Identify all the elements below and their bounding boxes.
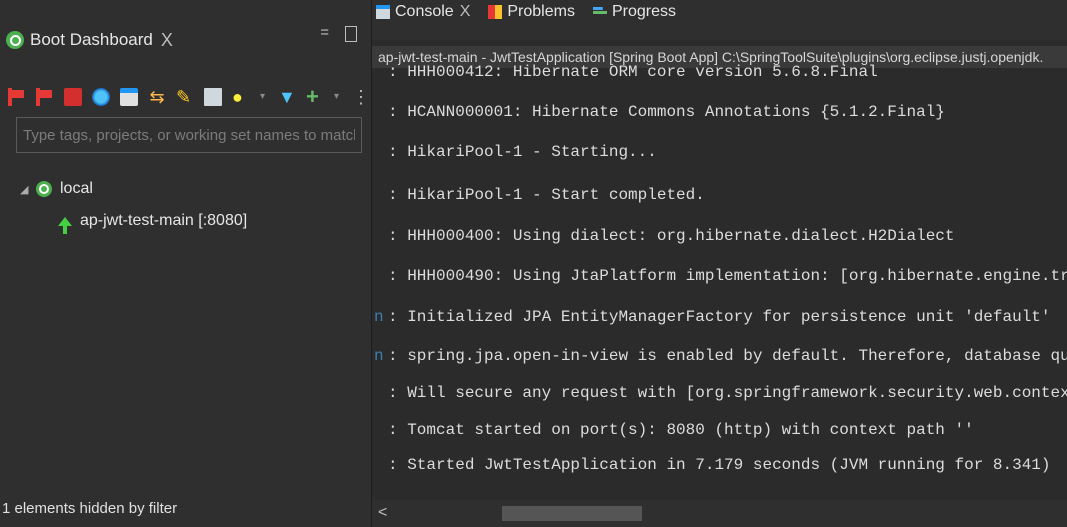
console-line-text: : Started JwtTestApplication in 7.179 se… [388, 456, 1051, 474]
console-line: : Will secure any request with [org.spri… [372, 381, 1067, 405]
console-line-text: : HCANN000001: Hibernate Commons Annotat… [388, 103, 945, 121]
boot-dashboard-toolbar: ⇆ ✎ ● ▾ ▼ + ▾ ⋮ [8, 86, 370, 108]
tab-label: Console [395, 3, 454, 20]
boot-dashboard-tab[interactable]: Boot Dashboard X [6, 24, 173, 56]
console-line-text: : Initialized JPA EntityManagerFactory f… [388, 308, 1051, 326]
console-line-text: : Tomcat started on port(s): 8080 (http)… [388, 421, 974, 439]
status-text: 1 elements hidden by filter [2, 500, 178, 517]
tree-item-local[interactable]: ◢ local [20, 176, 247, 202]
running-up-arrow-icon [58, 216, 72, 234]
bulb-icon[interactable]: ● [232, 88, 250, 106]
app-tree: ◢ local ap-jwt-test-main [:8080] [20, 176, 247, 234]
view-controls: = [320, 24, 357, 42]
console-line: : HikariPool-1 - Starting... [372, 140, 657, 164]
close-icon[interactable]: X [161, 30, 173, 51]
doc-icon[interactable] [204, 88, 222, 106]
boot-dashboard-tabbar: Boot Dashboard X = [0, 0, 371, 74]
tree-item-app[interactable]: ap-jwt-test-main [:8080] [58, 208, 247, 234]
filter-icon[interactable]: ▼ [278, 88, 296, 106]
scroll-left-icon[interactable]: < [378, 504, 387, 522]
stop-red-icon[interactable] [64, 88, 82, 106]
console-line-text: : HHH000400: Using dialect: org.hibernat… [388, 227, 955, 245]
maximize-button[interactable] [345, 26, 357, 42]
console-line: : HikariPool-1 - Start completed. [372, 183, 705, 207]
console-line: : HCANN000001: Hibernate Commons Annotat… [372, 100, 945, 124]
add-icon[interactable]: + [306, 86, 324, 108]
expand-icon[interactable]: ◢ [20, 183, 32, 196]
minimize-button[interactable]: = [320, 24, 329, 42]
console-line-text: : spring.jpa.open-in-view is enabled by … [388, 347, 1067, 365]
tab-label: Problems [507, 3, 575, 20]
tab-progress[interactable]: Progress [592, 0, 676, 24]
console-line: : HHH000412: Hibernate ORM core version … [372, 60, 878, 84]
restart-icon[interactable] [36, 88, 54, 106]
horizontal-scrollbar[interactable]: < [372, 500, 1067, 527]
console-line: : Started JwtTestApplication in 7.179 se… [372, 453, 1051, 474]
console-line-text: : HikariPool-1 - Start completed. [388, 186, 705, 204]
console-line: n: spring.jpa.open-in-view is enabled by… [372, 344, 1067, 368]
console-line-text: : HHH000412: Hibernate ORM core version … [388, 63, 878, 81]
close-icon[interactable]: X [460, 3, 471, 21]
console-icon[interactable] [120, 88, 138, 106]
console-panel: Console X Problems Progress ap-jwt-test-… [372, 0, 1067, 527]
tab-label: Progress [611, 3, 676, 20]
console-line: n: Initialized JPA EntityManagerFactory … [372, 305, 1051, 329]
more-icon[interactable]: ⋮ [352, 88, 370, 106]
spring-boot-icon [6, 31, 24, 49]
console-line-text: : Will secure any request with [org.spri… [388, 384, 1067, 402]
tree-item-label: ap-jwt-test-main [:8080] [80, 212, 248, 229]
boot-dashboard-tab-label: Boot Dashboard [30, 30, 153, 49]
boot-dashboard-panel: Boot Dashboard X = ⇆ ✎ ● ▾ ▼ + ▾ ⋮ ◢ loc… [0, 0, 372, 527]
progress-icon [592, 5, 607, 19]
console-line-text: : HHH000490: Using JtaPlatform implement… [388, 267, 1067, 285]
scrollbar-thumb[interactable] [502, 506, 642, 521]
globe-icon[interactable] [92, 88, 110, 106]
console-line-text: : HikariPool-1 - Starting... [388, 143, 657, 161]
console-line: : HHH000490: Using JtaPlatform implement… [372, 264, 1067, 288]
tab-problems[interactable]: Problems [488, 0, 575, 24]
console-tabbar: Console X Problems Progress [372, 0, 1067, 40]
filter-input[interactable] [16, 117, 362, 153]
console-line: : HHH000400: Using dialect: org.hibernat… [372, 224, 955, 248]
console-gutter-marker: n [374, 308, 384, 326]
problems-icon [488, 5, 503, 19]
tab-console[interactable]: Console X [376, 0, 470, 24]
console-gutter-marker: n [374, 347, 384, 365]
console-output[interactable]: : HHH000204: Processing PersistenceUnitI… [372, 54, 1067, 474]
chevron-down-icon[interactable]: ▾ [334, 88, 342, 106]
spring-boot-icon [36, 181, 52, 197]
console-line: : Tomcat started on port(s): 8080 (http)… [372, 418, 974, 442]
console-icon [376, 5, 390, 19]
tree-item-label: local [60, 180, 93, 197]
edit-icon[interactable]: ✎ [176, 88, 194, 106]
stop-icon[interactable] [8, 88, 26, 106]
chevron-down-icon[interactable]: ▾ [260, 88, 268, 106]
sync-icon[interactable]: ⇆ [148, 88, 166, 106]
